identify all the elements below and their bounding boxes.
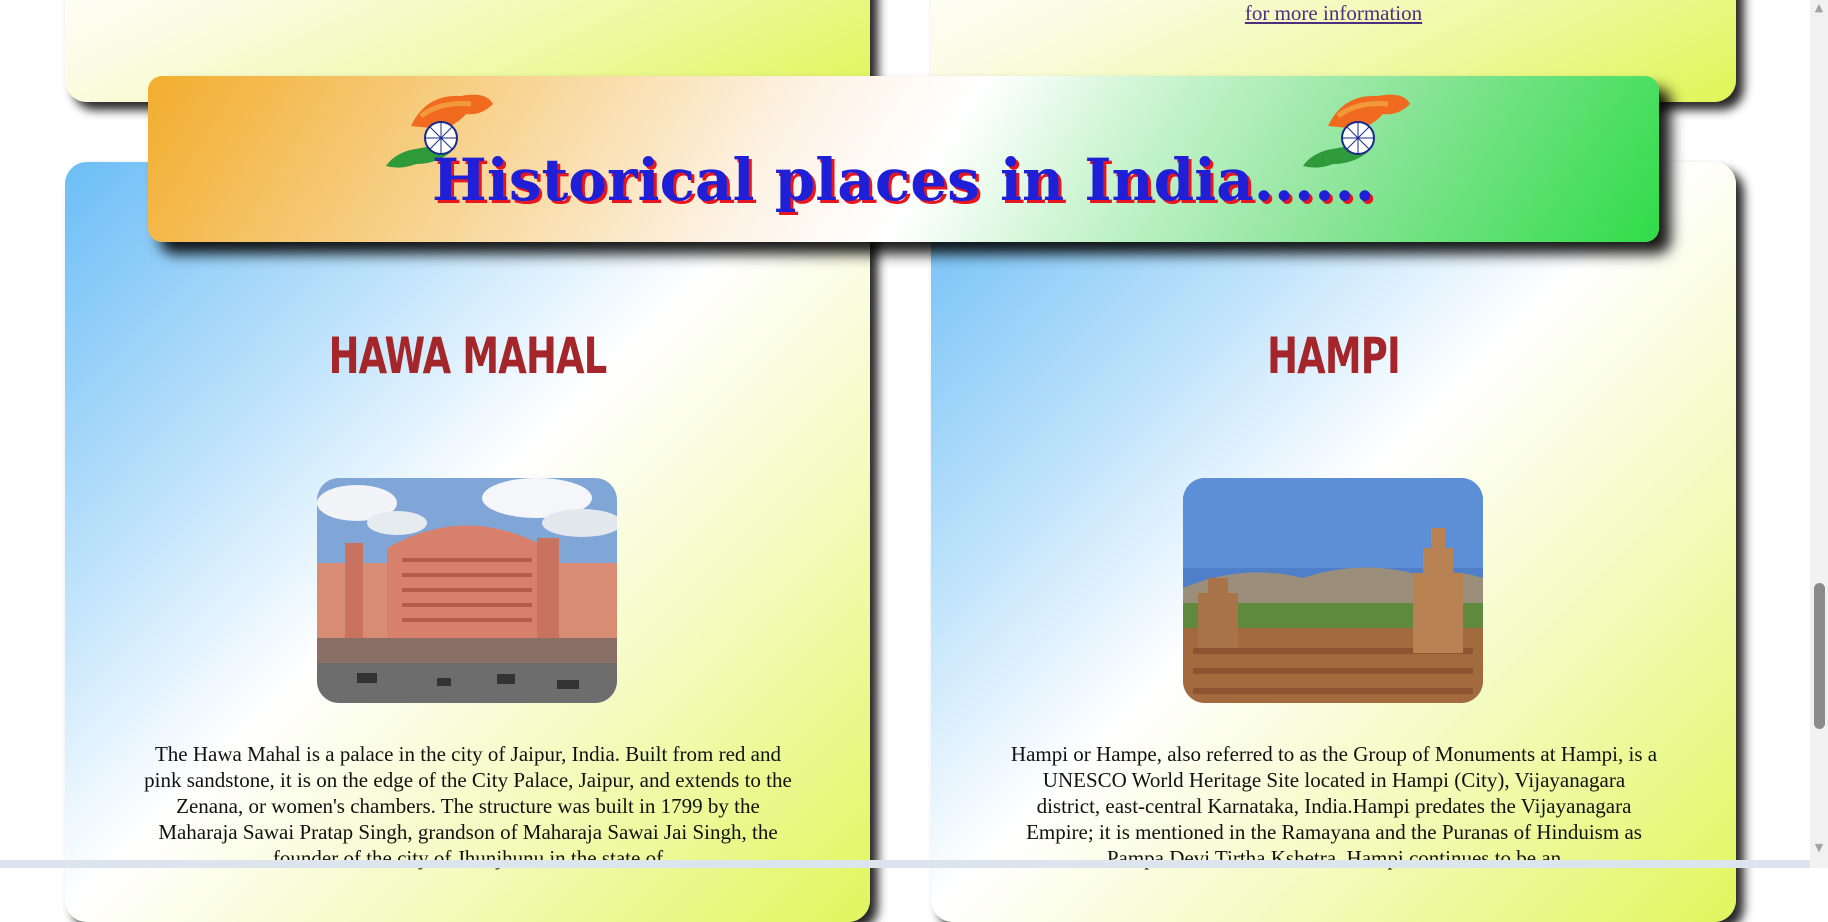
card-description: Hampi or Hampe, also referred to as the … bbox=[1010, 742, 1658, 870]
card-hampi: HAMPI Hampi or Hampe, also referred to a… bbox=[931, 162, 1736, 922]
hawa-mahal-photo bbox=[317, 478, 617, 703]
scrollbar-thumb[interactable] bbox=[1814, 583, 1825, 729]
card-description: The Hawa Mahal is a palace in the city o… bbox=[144, 742, 792, 870]
vertical-scrollbar[interactable]: ▲ ▼ bbox=[1810, 0, 1828, 868]
scroll-up-arrow-icon[interactable]: ▲ bbox=[1810, 0, 1828, 16]
more-information-link[interactable]: for more information bbox=[931, 1, 1736, 26]
title-banner: Historical places in India...... bbox=[148, 76, 1659, 242]
card-title: HAMPI bbox=[1267, 327, 1401, 385]
hampi-photo bbox=[1183, 478, 1483, 703]
card-title: HAWA MAHAL bbox=[328, 327, 608, 385]
page-title: Historical places in India...... bbox=[432, 146, 1375, 214]
scroll-down-arrow-icon[interactable]: ▼ bbox=[1810, 840, 1828, 856]
horizontal-scrollbar[interactable] bbox=[0, 860, 1810, 868]
card-hawa-mahal: HAWA MAHAL The Hawa Mahal is a palace in… bbox=[65, 162, 870, 922]
